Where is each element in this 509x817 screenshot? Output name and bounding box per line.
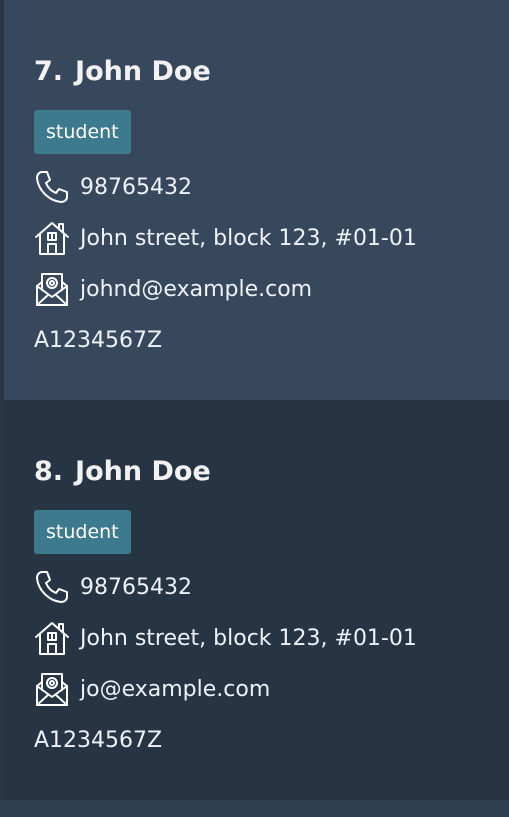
phone-row: 98765432 (34, 569, 192, 605)
email-row: jo@example.com (34, 671, 270, 707)
person-card[interactable]: 8. John Doe student 98765432 John street… (4, 400, 509, 800)
id-text: A1234567Z (34, 327, 163, 353)
phone-icon (34, 569, 70, 605)
tag-badge: student (34, 510, 131, 554)
address-text: John street, block 123, #01-01 (80, 625, 417, 651)
phone-text: 98765432 (80, 174, 192, 200)
person-title: 7. John Doe (34, 52, 211, 92)
email-row: johnd@example.com (34, 271, 312, 307)
id-text: A1234567Z (34, 727, 163, 753)
list-bottom-strip (0, 800, 509, 817)
address-text: John street, block 123, #01-01 (80, 225, 417, 251)
phone-row: 98765432 (34, 169, 192, 205)
house-icon (34, 620, 70, 656)
address-row: John street, block 123, #01-01 (34, 620, 417, 656)
phone-icon (34, 169, 70, 205)
tag-badge: student (34, 110, 131, 154)
person-title: 8. John Doe (34, 452, 211, 492)
email-text: johnd@example.com (80, 276, 313, 302)
id-row: A1234567Z (34, 322, 162, 358)
person-card[interactable]: 7. John Doe student 98765432 John street… (4, 0, 509, 400)
person-index: 7. (34, 56, 64, 87)
person-list[interactable]: 7. John Doe student 98765432 John street… (0, 0, 509, 817)
email-envelope-icon (34, 671, 70, 707)
house-icon (34, 220, 70, 256)
address-row: John street, block 123, #01-01 (34, 220, 417, 256)
person-index: 8. (34, 456, 64, 487)
person-name: John Doe (75, 456, 211, 487)
person-name: John Doe (75, 56, 211, 87)
id-row: A1234567Z (34, 722, 162, 758)
email-text: jo@example.com (80, 676, 271, 702)
email-envelope-icon (34, 271, 70, 307)
phone-text: 98765432 (80, 574, 192, 600)
